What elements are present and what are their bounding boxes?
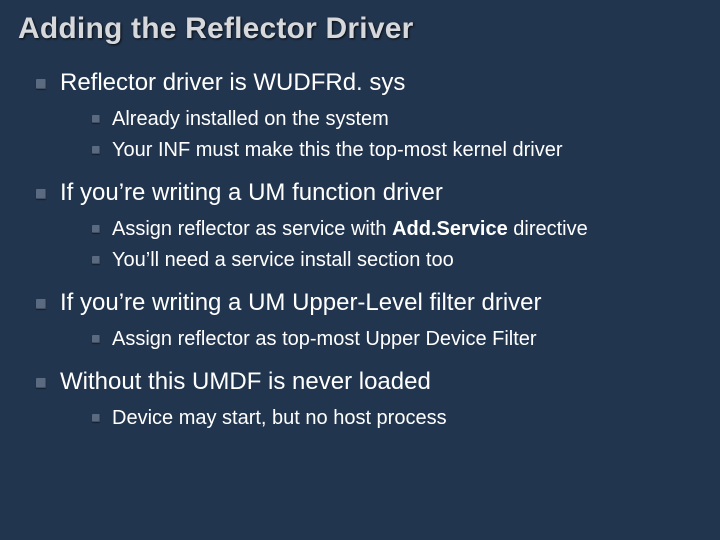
- slide: Adding the Reflector Driver Reflector dr…: [0, 0, 720, 540]
- sub-bullet-text: Device may start, but no host process: [112, 407, 447, 429]
- sub-bullet-list: Assign reflector as service with Add.Ser…: [90, 216, 702, 274]
- bullet-item: If you’re writing a UM function driver A…: [32, 178, 702, 274]
- sub-bullet-list: Assign reflector as top-most Upper Devic…: [90, 326, 702, 353]
- sub-bullet-item: Device may start, but no host process: [90, 405, 702, 432]
- sub-bullet-text: Assign reflector as top-most Upper Devic…: [112, 328, 537, 350]
- bullet-text: If you’re writing a UM Upper-Level filte…: [60, 289, 542, 316]
- bullet-item: Reflector driver is WUDFRd. sys Already …: [32, 68, 702, 164]
- bullet-item: If you’re writing a UM Upper-Level filte…: [32, 288, 702, 353]
- bullet-list: Reflector driver is WUDFRd. sys Already …: [32, 68, 702, 432]
- sub-bullet-list: Device may start, but no host process: [90, 405, 702, 432]
- sub-bullet-list: Already installed on the system Your INF…: [90, 106, 702, 164]
- sub-bullet-item: Assign reflector as top-most Upper Devic…: [90, 326, 702, 353]
- slide-title: Adding the Reflector Driver: [18, 12, 702, 46]
- bullet-item: Without this UMDF is never loaded Device…: [32, 367, 702, 432]
- bullet-text: Without this UMDF is never loaded: [60, 368, 431, 395]
- sub-bullet-text: You’ll need a service install section to…: [112, 249, 454, 271]
- sub-bullet-text: directive: [508, 218, 588, 240]
- sub-bullet-item: Already installed on the system: [90, 106, 702, 133]
- sub-bullet-item: You’ll need a service install section to…: [90, 247, 702, 274]
- bullet-text: Reflector driver is WUDFRd. sys: [60, 69, 405, 96]
- sub-bullet-text: Your INF must make this the top-most ker…: [112, 139, 563, 161]
- sub-bullet-bold: Add.Service: [392, 218, 508, 240]
- sub-bullet-text: Assign reflector as service with: [112, 218, 392, 240]
- sub-bullet-item: Assign reflector as service with Add.Ser…: [90, 216, 702, 243]
- bullet-text: If you’re writing a UM function driver: [60, 179, 443, 206]
- sub-bullet-item: Your INF must make this the top-most ker…: [90, 137, 702, 164]
- sub-bullet-text: Already installed on the system: [112, 108, 389, 130]
